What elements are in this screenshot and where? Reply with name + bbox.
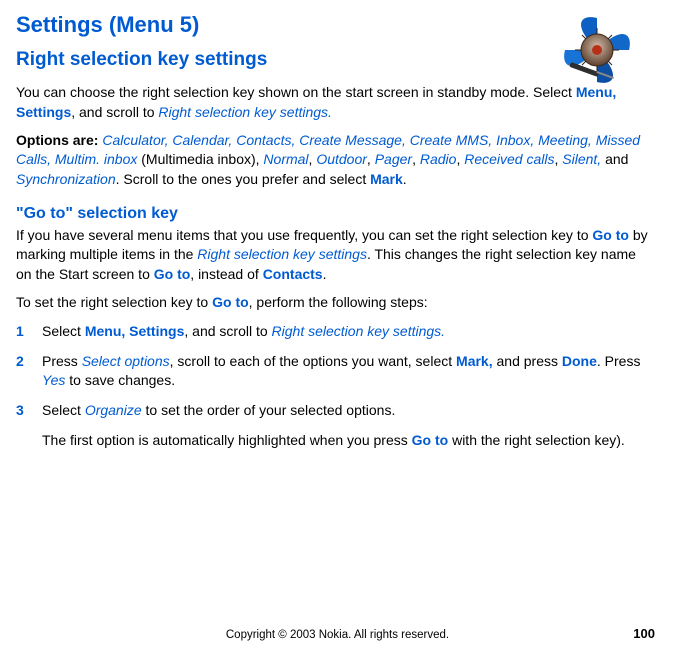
text: If you have several menu items that you … [16, 227, 592, 243]
intro-paragraph: You can choose the right selection key s… [16, 83, 651, 122]
contacts-label: Contacts [263, 266, 323, 282]
done-label: Done [562, 353, 597, 369]
text: , scroll to each of the options you want… [170, 353, 456, 369]
step-number: 1 [16, 322, 24, 342]
goto-label: Go to [592, 227, 629, 243]
text: , [367, 151, 375, 167]
step-2: 2 Press Select options, scroll to each o… [16, 352, 651, 391]
subheading: Right selection key settings [16, 47, 551, 74]
select-options-label: Select options [82, 353, 170, 369]
text: , [412, 151, 420, 167]
step-number: 2 [16, 352, 24, 372]
organize-label: Organize [85, 402, 142, 418]
option-outdoor: Outdoor [316, 151, 367, 167]
text: to save changes. [65, 372, 175, 388]
goto-label: Go to [212, 294, 249, 310]
text: . Press [597, 353, 641, 369]
option-pager: Pager [375, 151, 412, 167]
text: , and scroll to [184, 323, 271, 339]
step-1: 1 Select Menu, Settings, and scroll to R… [16, 322, 651, 342]
option-synchronization: Synchronization [16, 171, 116, 187]
mark-label: Mark [370, 171, 403, 187]
option-radio: Radio [420, 151, 457, 167]
footer: Copyright © 2003 Nokia. All rights reser… [0, 627, 675, 643]
text: To set the right selection key to [16, 294, 212, 310]
text: , instead of [190, 266, 262, 282]
option-silent: Silent, [562, 151, 601, 167]
menu-target-label: Right selection key settings. [158, 104, 332, 120]
option-normal: Normal [263, 151, 308, 167]
options-label: Options are: [16, 132, 102, 148]
option-received-calls: Received calls [464, 151, 554, 167]
decorative-settings-icon [561, 14, 633, 86]
rsk-label: Right selection key settings. [272, 323, 446, 339]
text: Select [42, 323, 85, 339]
goto-paragraph-1: If you have several menu items that you … [16, 226, 651, 285]
text: to set the order of your selected option… [142, 402, 396, 418]
text: . Scroll to the ones you prefer and sele… [116, 171, 370, 187]
goto-paragraph-2: To set the right selection key to Go to,… [16, 293, 651, 313]
text: . [403, 171, 407, 187]
text: Select [42, 402, 85, 418]
page-title: Settings (Menu 5) [16, 10, 551, 41]
rsk-label: Right selection key settings [197, 246, 367, 262]
goto-label: Go to [412, 432, 449, 448]
goto-section-heading: "Go to" selection key [16, 203, 651, 225]
text: , perform the following steps: [249, 294, 428, 310]
copyright-text: Copyright © 2003 Nokia. All rights reser… [226, 629, 449, 641]
mark-label: Mark, [456, 353, 493, 369]
text: . [323, 266, 327, 282]
menu-path-label: Menu, Settings [85, 323, 185, 339]
steps-list: 1 Select Menu, Settings, and scroll to R… [16, 322, 651, 420]
text: (Multimedia inbox), [137, 151, 263, 167]
text: and press [493, 353, 562, 369]
text: and [601, 151, 628, 167]
step-3: 3 Select Organize to set the order of yo… [16, 401, 651, 421]
options-paragraph: Options are: Calculator, Calendar, Conta… [16, 131, 651, 190]
goto-label: Go to [154, 266, 191, 282]
text: with the right selection key). [448, 432, 625, 448]
text: The first option is automatically highli… [42, 432, 412, 448]
text: , and scroll to [71, 104, 158, 120]
yes-label: Yes [42, 372, 65, 388]
step-number: 3 [16, 401, 24, 421]
text: Press [42, 353, 82, 369]
followup-paragraph: The first option is automatically highli… [16, 431, 651, 451]
text: You can choose the right selection key s… [16, 84, 576, 100]
page-number: 100 [633, 625, 655, 643]
